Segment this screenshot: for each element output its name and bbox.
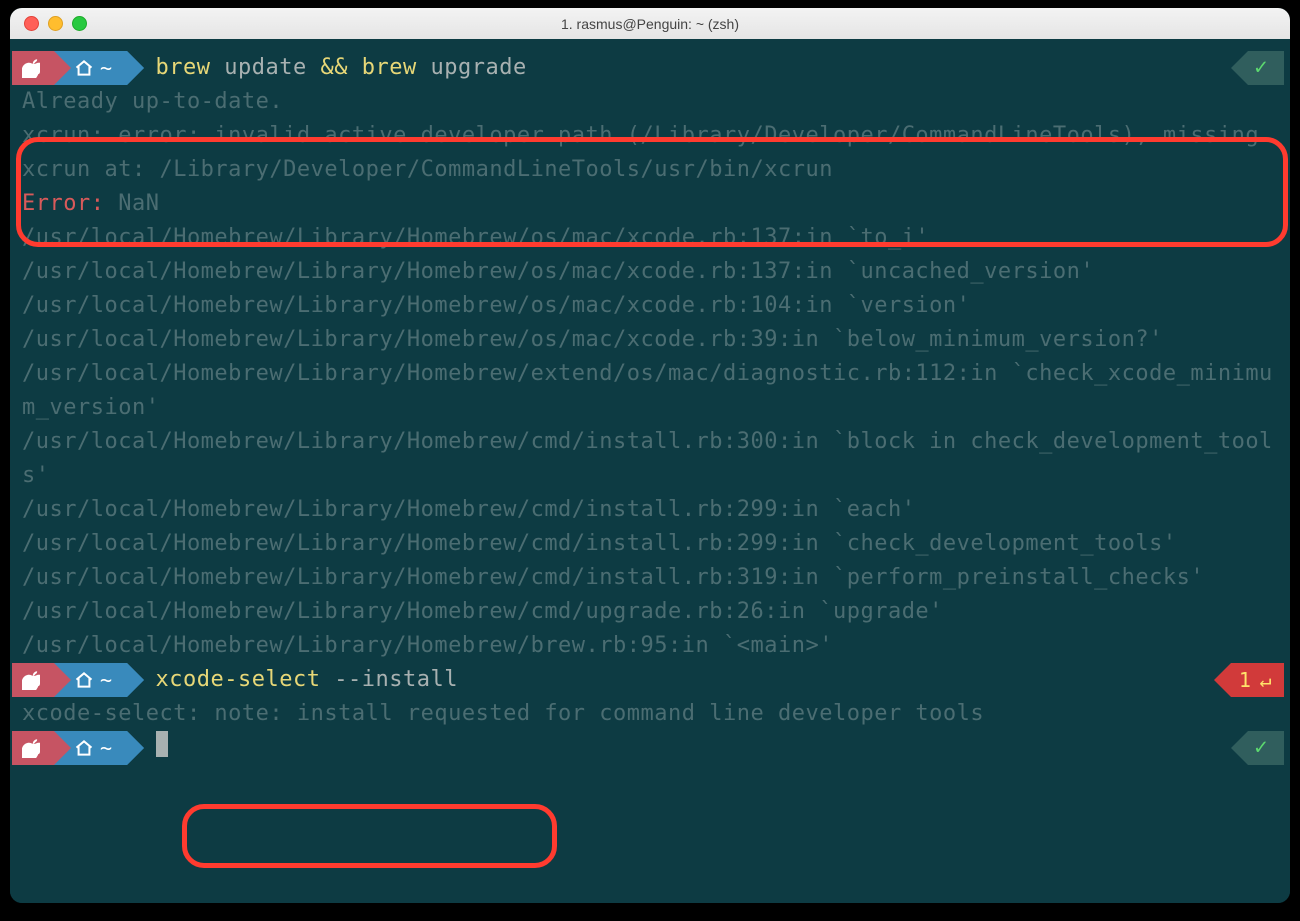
prompt-os-segment — [12, 51, 54, 85]
status-err: 1 ↵ — [1214, 663, 1284, 697]
zoom-icon[interactable] — [72, 16, 87, 31]
status-ok-1: ✓ — [1231, 51, 1284, 85]
close-icon[interactable] — [24, 16, 39, 31]
command-input[interactable] — [156, 731, 168, 765]
prompt-path-segment: ~ — [54, 663, 127, 697]
minimize-icon[interactable] — [48, 16, 63, 31]
prompt-os-segment — [12, 663, 54, 697]
prompt-line-1: ~ brew update && brew upgrade ✓ — [10, 51, 1290, 85]
trace-line: /usr/local/Homebrew/Library/Homebrew/os/… — [10, 255, 1290, 289]
trace-line: /usr/local/Homebrew/Library/Homebrew/ext… — [10, 357, 1290, 425]
prompt-os-segment — [12, 731, 54, 765]
prompt-tilde: ~ — [100, 731, 113, 765]
screenshot-root: 1. rasmus@Penguin: ~ (zsh) ~ — [0, 0, 1300, 921]
apple-icon — [22, 670, 40, 690]
terminal-body[interactable]: ~ brew update && brew upgrade ✓ Already … — [10, 39, 1290, 903]
prompt-path-segment: ~ — [54, 51, 127, 85]
command-brew: brew update && brew upgrade — [156, 51, 527, 85]
cursor — [156, 731, 168, 757]
trace-line: /usr/local/Homebrew/Library/Homebrew/cmd… — [10, 493, 1290, 527]
trace-line: /usr/local/Homebrew/Library/Homebrew/cmd… — [10, 425, 1290, 493]
home-icon — [74, 58, 94, 78]
prompt-path-segment: ~ — [54, 731, 127, 765]
prompt-tilde: ~ — [100, 51, 113, 85]
home-icon — [74, 670, 94, 690]
exit-code: 1 — [1239, 663, 1252, 697]
apple-icon — [22, 58, 40, 78]
apple-icon — [22, 738, 40, 758]
traffic-lights — [24, 16, 87, 31]
output-xcrun-error: xcrun: error: invalid active developer p… — [10, 119, 1290, 187]
trace-line: /usr/local/Homebrew/Library/Homebrew/cmd… — [10, 561, 1290, 595]
trace-line: /usr/local/Homebrew/Library/Homebrew/cmd… — [10, 527, 1290, 561]
prompt-line-2: ~ xcode-select --install 1 ↵ — [10, 663, 1290, 697]
status-ok-2: ✓ — [1231, 731, 1284, 765]
prompt-line-3[interactable]: ~ ✓ — [10, 731, 1290, 765]
annotation-highlight-command — [182, 804, 557, 868]
terminal-window: 1. rasmus@Penguin: ~ (zsh) ~ — [10, 8, 1290, 903]
output-already: Already up-to-date. — [10, 85, 1290, 119]
prompt-tilde: ~ — [100, 663, 113, 697]
home-icon — [74, 738, 94, 758]
trace-line: /usr/local/Homebrew/Library/Homebrew/cmd… — [10, 595, 1290, 629]
trace-line: /usr/local/Homebrew/Library/Homebrew/bre… — [10, 629, 1290, 663]
command-xcode-select: xcode-select --install — [156, 663, 458, 697]
check-icon: ✓ — [1254, 731, 1268, 765]
window-title: 1. rasmus@Penguin: ~ (zsh) — [561, 16, 739, 32]
trace-line: /usr/local/Homebrew/Library/Homebrew/os/… — [10, 221, 1290, 255]
check-icon: ✓ — [1254, 51, 1268, 85]
trace-line: /usr/local/Homebrew/Library/Homebrew/os/… — [10, 323, 1290, 357]
return-icon: ↵ — [1259, 663, 1272, 697]
output-error-nan: Error: NaN — [10, 187, 1290, 221]
titlebar[interactable]: 1. rasmus@Penguin: ~ (zsh) — [10, 8, 1290, 40]
output-xcode-note: xcode-select: note: install requested fo… — [10, 697, 1290, 731]
trace-line: /usr/local/Homebrew/Library/Homebrew/os/… — [10, 289, 1290, 323]
